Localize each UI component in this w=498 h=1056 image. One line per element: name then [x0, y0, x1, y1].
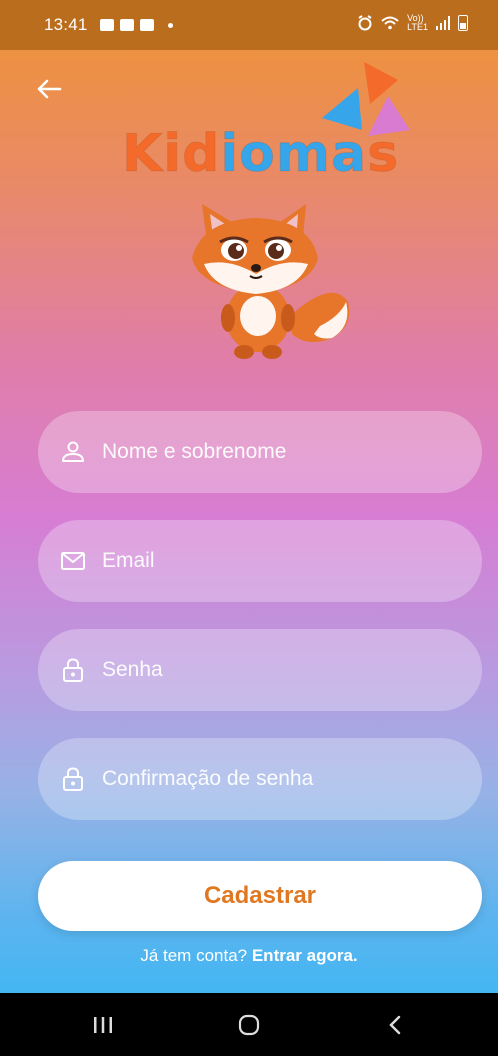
arrow-left-icon[interactable] — [34, 74, 64, 104]
notification-icons — [99, 19, 173, 31]
message-notification-icon — [119, 19, 134, 31]
recent-apps-button[interactable] — [73, 1005, 133, 1045]
password-placeholder: Senha — [102, 658, 163, 681]
entrar-agora-link[interactable]: Entrar agora. — [252, 946, 358, 965]
signup-screen: 13:41 Vo)) LTE1 Kidiomas Nome e sobrenom… — [0, 0, 498, 993]
lock-icon — [63, 658, 83, 682]
logo-part-1: Ki — [121, 124, 183, 185]
app-notification-icon — [139, 19, 154, 31]
envelope-icon — [61, 552, 85, 570]
kidiomas-logo: Kidiomas — [121, 124, 400, 185]
alarm-icon — [358, 15, 372, 31]
more-notifications-dot-icon — [167, 22, 173, 28]
cadastrar-button[interactable]: Cadastrar — [38, 861, 482, 931]
back-button[interactable] — [365, 1005, 425, 1045]
password-field[interactable]: Senha — [38, 629, 482, 711]
gallery-notification-icon — [99, 19, 114, 31]
battery-icon — [458, 15, 468, 31]
logo-part-2: d — [182, 124, 221, 185]
status-time: 13:41 — [44, 15, 88, 34]
system-status-icons: Vo)) LTE1 — [357, 14, 468, 32]
home-icon — [238, 1014, 260, 1035]
wifi-icon — [381, 16, 399, 30]
name-field[interactable]: Nome e sobrenome — [38, 411, 482, 493]
lte-label: LTE1 — [407, 22, 428, 32]
android-navigation-bar — [0, 993, 498, 1056]
login-prompt-row: Já tem conta? Entrar agora. — [0, 946, 498, 966]
confirm-password-placeholder: Confirmação de senha — [102, 767, 314, 790]
network-labels: Vo)) LTE1 — [407, 14, 428, 32]
cadastrar-button-label: Cadastrar — [203, 882, 317, 909]
user-icon — [62, 441, 84, 462]
lock-icon — [63, 767, 83, 791]
status-bar: 13:41 Vo)) LTE1 — [0, 0, 498, 50]
email-placeholder: Email — [102, 549, 155, 572]
back-icon — [389, 1015, 401, 1034]
email-field[interactable]: Email — [38, 520, 482, 602]
recent-apps-icon — [94, 1016, 112, 1033]
logo-part-4: s — [367, 124, 400, 185]
name-placeholder: Nome e sobrenome — [102, 440, 287, 463]
confirm-password-field[interactable]: Confirmação de senha — [38, 738, 482, 820]
home-button[interactable] — [219, 1005, 279, 1045]
login-prompt-text: Já tem conta? — [140, 946, 248, 965]
fox-mascot-illustration — [192, 204, 350, 359]
logo-part-3: ioma — [220, 124, 368, 185]
signal-icon — [436, 16, 450, 30]
